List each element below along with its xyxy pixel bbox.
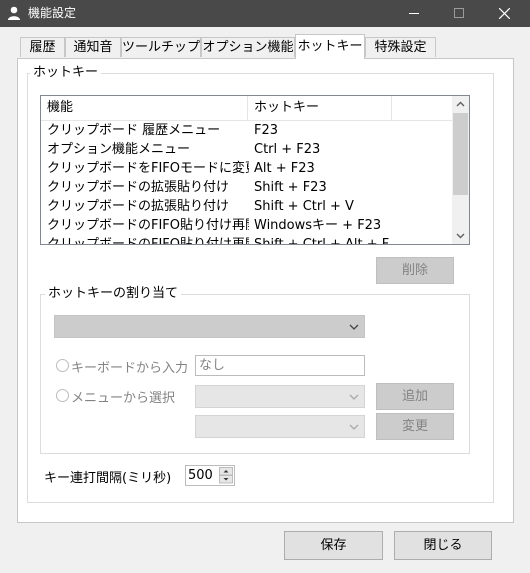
maximize-icon (454, 8, 464, 18)
list-item[interactable]: クリップボードのFIFO貼り付け再開 Shift + Ctrl + Alt + F (41, 235, 452, 245)
row-hotkey: Shift + F23 (254, 180, 327, 195)
user-icon (8, 6, 20, 20)
scrollbar-thumb[interactable] (453, 113, 468, 195)
row-function: クリップボードの拡張貼り付け (47, 180, 230, 195)
menu-select-label: メニューから選択 (71, 391, 176, 406)
menu-select-dropdown[interactable] (195, 385, 365, 408)
function-select[interactable] (54, 315, 365, 338)
tab-special-settings[interactable]: 特殊設定 (365, 37, 436, 57)
window-title: 機能設定 (28, 6, 77, 20)
tab-history[interactable]: 履歴 (20, 37, 65, 57)
row-hotkey: Shift + Ctrl + V (254, 199, 354, 214)
row-hotkey: Shift + Ctrl + Alt + F (254, 237, 390, 245)
title-bar: 機能設定 (0, 0, 530, 27)
list-item[interactable]: クリップボードをFIFOモードに変更 Alt + F23 (41, 159, 452, 178)
hotkey-list[interactable]: 機能 ホットキー クリップボード 履歴メニュー F23 オプション機能メニュー Ctr… (40, 95, 470, 245)
submenu-select-dropdown[interactable] (195, 415, 365, 438)
tab-tooltip[interactable]: ツールチップ (121, 37, 201, 57)
hotkey-group-label: ホットキー (30, 65, 102, 81)
list-item[interactable]: オプション機能メニュー Ctrl + F23 (41, 140, 452, 159)
row-function: クリップボードのFIFO貼り付け再開 (47, 237, 249, 245)
keyboard-input-field[interactable]: なし (195, 355, 365, 376)
row-hotkey: Alt + F23 (254, 161, 315, 176)
list-item[interactable]: クリップボードのFIFO貼り付け再開 Windowsキー + F23 (41, 216, 452, 235)
interval-value: 500 (188, 468, 213, 483)
change-button[interactable]: 変更 (376, 413, 454, 440)
delete-button[interactable]: 削除 (376, 257, 454, 284)
add-button[interactable]: 追加 (376, 383, 454, 410)
list-item[interactable]: クリップボード 履歴メニュー F23 (41, 121, 452, 140)
scroll-up-icon[interactable] (452, 96, 469, 113)
vertical-scrollbar[interactable] (452, 96, 469, 244)
row-function: オプション機能メニュー (47, 142, 191, 157)
row-hotkey: F23 (254, 123, 279, 138)
row-hotkey: Ctrl + F23 (254, 142, 321, 157)
save-button[interactable]: 保存 (284, 531, 383, 560)
keyboard-input-label: キーボードから入力 (71, 361, 189, 376)
chevron-down-icon (349, 324, 359, 330)
column-header-function[interactable]: 機能 (41, 96, 248, 120)
maximize-button[interactable] (437, 0, 483, 27)
row-function: クリップボードのFIFO貼り付け再開 (47, 218, 249, 233)
row-hotkey: Windowsキー + F23 (254, 218, 382, 233)
minimize-button[interactable] (392, 0, 438, 27)
list-header: 機能 ホットキー (41, 96, 452, 121)
row-function: クリップボード 履歴メニュー (47, 123, 221, 138)
close-icon (499, 8, 510, 19)
tab-option-functions[interactable]: オプション機能 (201, 37, 295, 57)
column-header-hotkey[interactable]: ホットキー (248, 96, 392, 120)
row-function: クリップボードの拡張貼り付け (47, 199, 230, 214)
spin-arrows-icon[interactable] (219, 467, 233, 484)
list-rows: クリップボード 履歴メニュー F23 オプション機能メニュー Ctrl + F23 クリ… (41, 121, 452, 245)
menu-select-radio[interactable] (56, 389, 69, 402)
row-function: クリップボードをFIFOモードに変更 (47, 161, 249, 176)
close-window-button[interactable] (482, 0, 528, 27)
chevron-down-icon (349, 424, 359, 430)
keyboard-input-radio[interactable] (56, 359, 69, 372)
interval-spinner[interactable]: 500 (185, 465, 235, 486)
assign-group-label: ホットキーの割り当て (45, 286, 182, 302)
close-button[interactable]: 閉じる (394, 531, 492, 560)
list-item[interactable]: クリップボードの拡張貼り付け Shift + F23 (41, 178, 452, 197)
minimize-icon (409, 13, 419, 14)
tab-notification-sound[interactable]: 通知音 (65, 37, 121, 57)
tab-hotkey[interactable]: ホットキー (295, 34, 365, 59)
chevron-down-icon (349, 394, 359, 400)
scroll-down-icon[interactable] (452, 227, 469, 244)
interval-label: キー連打間隔(ミリ秒) (44, 471, 172, 486)
list-item[interactable]: クリップボードの拡張貼り付け Shift + Ctrl + V (41, 197, 452, 216)
